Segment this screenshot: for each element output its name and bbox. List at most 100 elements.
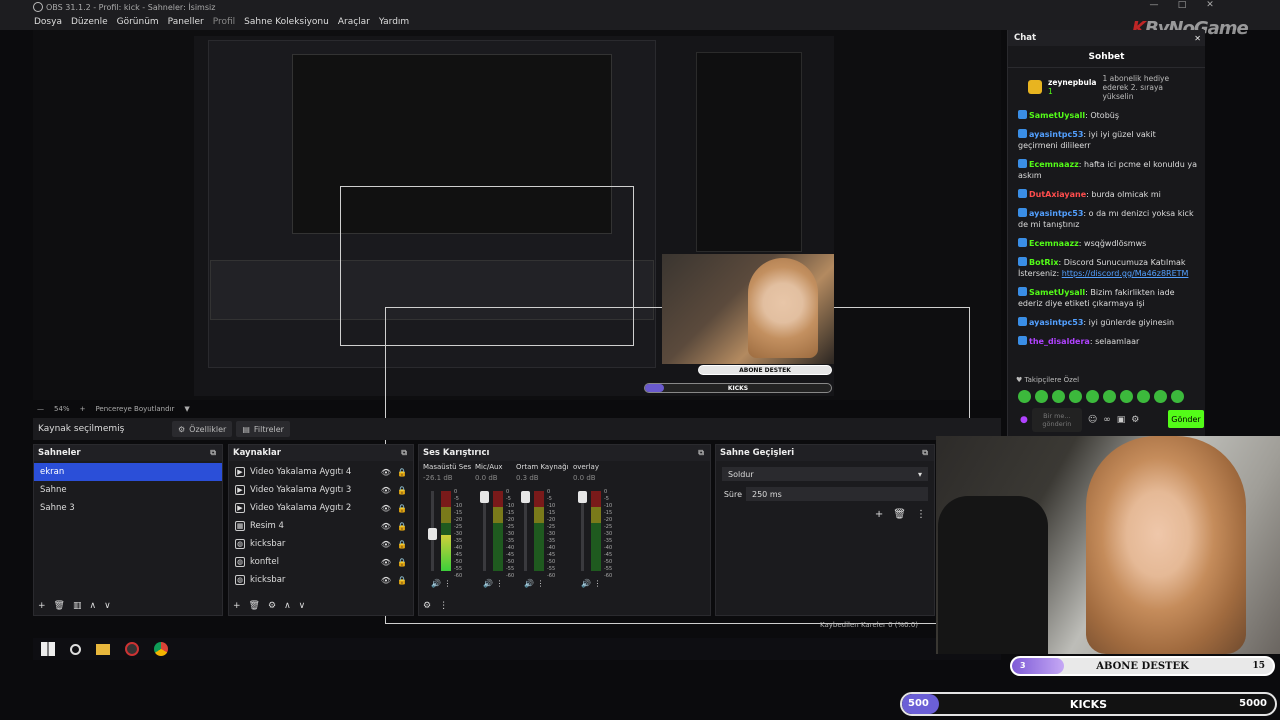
fader-knob[interactable] [428, 528, 437, 540]
visibility-eye-icon[interactable]: 👁 [381, 504, 391, 513]
scene-item[interactable]: Sahne 3 [34, 499, 222, 517]
emote-icon[interactable] [1035, 390, 1048, 403]
chat-username[interactable]: SametUysall [1029, 288, 1085, 297]
emote-icon[interactable] [1086, 390, 1099, 403]
settings-icon[interactable]: ⚙ [1131, 415, 1139, 425]
emote-icon[interactable] [1154, 390, 1167, 403]
chevron-down-icon[interactable]: ▼ [184, 405, 189, 413]
more-icon[interactable]: ⋮ [444, 579, 452, 588]
lock-icon[interactable]: 🔒 [397, 540, 407, 549]
volume-fader[interactable] [480, 491, 489, 571]
chat-username[interactable]: ayasintpc53 [1029, 318, 1083, 327]
chat-username[interactable]: the_disaldera [1029, 337, 1090, 346]
chat-username[interactable]: Ecemnaazz [1029, 160, 1079, 169]
lock-icon[interactable]: 🔒 [397, 504, 407, 513]
search-icon[interactable] [70, 643, 81, 655]
close-icon[interactable]: ✕ [1194, 34, 1201, 43]
undock-icon[interactable]: ⧉ [922, 448, 928, 458]
source-item[interactable]: ▦ Resim 4 👁 🔒 [229, 517, 413, 535]
filters-button[interactable]: ▤ Filtreler [236, 421, 290, 437]
fader-knob[interactable] [480, 491, 489, 503]
send-button[interactable]: Gönder [1168, 410, 1204, 428]
menu-view[interactable]: Görünüm [117, 17, 159, 27]
menu-scene-collection[interactable]: Sahne Koleksiyonu [244, 17, 329, 27]
lock-icon[interactable]: 🔒 [397, 522, 407, 531]
minimize-icon[interactable]: — [1140, 0, 1168, 14]
menu-docks[interactable]: Paneller [168, 17, 204, 27]
speaker-icon[interactable]: 🔊 [581, 579, 591, 588]
chat-username[interactable]: DutAxiayane [1029, 190, 1086, 199]
transition-select[interactable]: Soldur ▾ [722, 467, 928, 481]
source-settings-icon[interactable]: ⚙ [268, 601, 276, 611]
mic-icon[interactable]: ● [1020, 415, 1028, 425]
close-icon[interactable]: ✕ [1196, 0, 1224, 14]
chat-username[interactable]: ayasintpc53 [1029, 130, 1083, 139]
chat-username[interactable]: BotRix [1029, 258, 1058, 267]
emote-icon[interactable] [1137, 390, 1150, 403]
windows-start-icon[interactable] [41, 642, 55, 656]
lock-icon[interactable]: 🔒 [397, 486, 407, 495]
emoji-icon[interactable]: ☺ [1088, 415, 1097, 425]
speaker-icon[interactable]: 🔊 [524, 579, 534, 588]
source-item[interactable]: ◍ kicksbar 👁 🔒 [229, 571, 413, 589]
menu-profile[interactable]: Profil [213, 17, 235, 27]
mixer-settings-icon[interactable]: ⚙ [423, 601, 431, 611]
undock-icon[interactable]: ⧉ [698, 448, 704, 458]
move-up-icon[interactable]: ∧ [284, 601, 291, 611]
zoom-plus-icon[interactable]: + [80, 405, 86, 413]
undock-icon[interactable]: ⧉ [401, 448, 407, 458]
menu-file[interactable]: Dosya [34, 17, 62, 27]
speaker-icon[interactable]: 🔊 [483, 579, 493, 588]
duration-input[interactable]: 250 ms [746, 487, 928, 501]
volume-fader[interactable] [578, 491, 587, 571]
lock-icon[interactable]: 🔒 [397, 558, 407, 567]
source-item[interactable]: ◍ kicksbar 👁 🔒 [229, 535, 413, 553]
scene-filter-icon[interactable]: ▥ [73, 601, 82, 611]
speaker-icon[interactable]: 🔊 [431, 579, 441, 588]
visibility-eye-icon[interactable]: 👁 [381, 468, 391, 477]
menu-edit[interactable]: Düzenle [71, 17, 108, 27]
volume-fader[interactable] [428, 491, 437, 571]
source-item[interactable]: ▶ Video Yakalama Aygıtı 2 👁 🔒 [229, 499, 413, 517]
chat-username[interactable]: SametUysall [1029, 111, 1085, 120]
gift-box-icon[interactable]: ▣ [1117, 415, 1126, 425]
fit-window-label[interactable]: Pencereye Boyutlandır [95, 405, 174, 413]
volume-fader[interactable] [521, 491, 530, 571]
fader-knob[interactable] [521, 491, 530, 503]
fader-knob[interactable] [578, 491, 587, 503]
more-icon[interactable]: ⋮ [439, 601, 448, 611]
obs-app-icon[interactable] [125, 642, 139, 656]
add-scene-icon[interactable]: + [38, 601, 46, 611]
visibility-eye-icon[interactable]: 👁 [381, 522, 391, 531]
chat-link[interactable]: https://discord.gg/Ma46z8RETM [1062, 269, 1189, 278]
chrome-icon[interactable] [154, 642, 168, 656]
move-down-icon[interactable]: ∨ [299, 601, 306, 611]
more-icon[interactable]: ⋮ [916, 509, 926, 520]
visibility-eye-icon[interactable]: 👁 [381, 558, 391, 567]
more-icon[interactable]: ⋮ [496, 579, 504, 588]
emote-icon[interactable] [1052, 390, 1065, 403]
lock-icon[interactable]: 🔒 [397, 468, 407, 477]
more-icon[interactable]: ⋮ [594, 579, 602, 588]
lock-icon[interactable]: 🔒 [397, 576, 407, 585]
move-up-icon[interactable]: ∧ [90, 601, 97, 611]
maximize-icon[interactable]: □ [1168, 0, 1196, 14]
move-down-icon[interactable]: ∨ [104, 601, 111, 611]
zoom-minus-icon[interactable]: — [37, 405, 44, 413]
undock-icon[interactable]: ⧉ [210, 448, 216, 458]
scene-item[interactable]: ekran [34, 463, 222, 481]
scene-item[interactable]: Sahne [34, 481, 222, 499]
source-item[interactable]: ▶ Video Yakalama Aygıtı 4 👁 🔒 [229, 463, 413, 481]
chat-username[interactable]: Ecemnaazz [1029, 239, 1079, 248]
add-transition-icon[interactable]: + [875, 509, 883, 520]
source-item[interactable]: ▶ Video Yakalama Aygıtı 3 👁 🔒 [229, 481, 413, 499]
visibility-eye-icon[interactable]: 👁 [381, 540, 391, 549]
remove-scene-icon[interactable]: 🗑 [54, 601, 65, 611]
emote-icon[interactable] [1120, 390, 1133, 403]
properties-button[interactable]: ⚙ Özellikler [172, 421, 233, 437]
menu-tools[interactable]: Araçlar [338, 17, 370, 27]
emote-icon[interactable] [1171, 390, 1184, 403]
remove-source-icon[interactable]: 🗑 [249, 601, 260, 611]
emote-icon[interactable] [1069, 390, 1082, 403]
add-source-icon[interactable]: + [233, 601, 241, 611]
